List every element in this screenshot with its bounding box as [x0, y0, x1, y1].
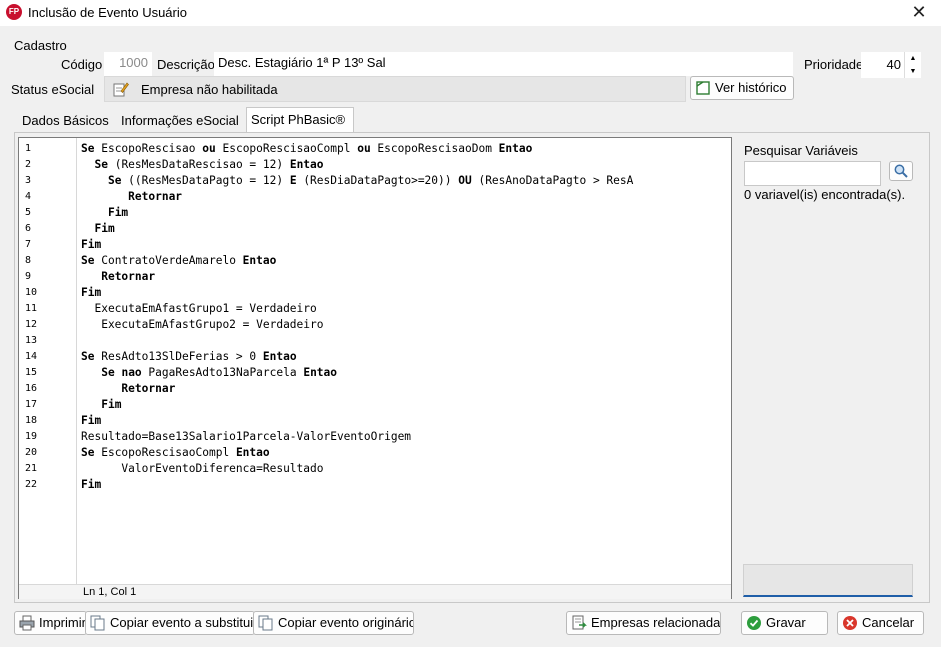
line-number: 17	[25, 399, 38, 410]
code-line: Se ContratoVerdeAmarelo Entao	[81, 254, 277, 267]
line-number: 21	[25, 463, 38, 474]
line-number: 1	[25, 143, 32, 154]
code-line: Se EscopoRescisaoCompl Entao	[81, 446, 270, 459]
codigo-field: 1000	[104, 52, 152, 76]
status-esocial-label: Status eSocial	[11, 82, 95, 97]
code-line: Fim	[94, 222, 115, 235]
gravar-label: Gravar	[766, 615, 806, 630]
cancelar-label: Cancelar	[862, 615, 915, 630]
code-line: Se EscopoRescisao ou EscopoRescisaoCompl…	[81, 142, 533, 155]
empresas-relacionadas-button[interactable]: Empresas relacionadas	[566, 611, 721, 635]
cancel-icon	[843, 616, 857, 630]
line-number: 19	[25, 431, 38, 442]
code-line: Fim	[81, 286, 102, 299]
code-line: Fim	[81, 414, 102, 427]
line-number: 14	[25, 351, 38, 362]
line-number: 13	[25, 335, 38, 346]
prioridade-spinner[interactable]: ▲ ▼	[904, 52, 921, 78]
cancelar-button[interactable]: Cancelar	[837, 611, 924, 635]
search-icon	[894, 164, 908, 178]
script-editor[interactable]: 1 2 3 4 5 6 7 8 9 10 11 12 13 14 15 16 17 18 19 20 21 22 Se E…	[18, 137, 732, 599]
code-line: Fim	[101, 398, 122, 411]
code-line: Se (ResMesDataRescisao = 12) Entao	[94, 158, 324, 171]
code-line: Retornar	[128, 190, 183, 203]
codigo-label: Código	[61, 57, 103, 72]
ver-historico-label: Ver histórico	[715, 80, 787, 95]
code-line: ExecutaEmAfastGrupo1 = Verdadeiro	[81, 302, 317, 315]
ver-historico-button[interactable]: Ver histórico	[690, 76, 794, 100]
prioridade-label: Prioridade	[804, 57, 861, 72]
line-number: 4	[25, 191, 32, 202]
pesquisar-variaveis-label: Pesquisar Variáveis	[744, 143, 858, 158]
line-number-gutter: 1 2 3 4 5 6 7 8 9 10 11 12 13 14 15 16 17 18 19 20 21 22	[19, 138, 77, 584]
copy-document-icon	[258, 615, 273, 631]
status-esocial-value: Empresa não habilitada	[141, 82, 278, 97]
code-line: ValorEventoDiferenca=Resultado	[81, 462, 324, 475]
tab-script-phbasic[interactable]: Script PhBasic®	[246, 107, 354, 133]
line-number: 16	[25, 383, 38, 394]
check-icon	[747, 616, 761, 630]
line-number: 3	[25, 175, 32, 186]
gravar-button[interactable]: Gravar	[741, 611, 828, 635]
line-number: 22	[25, 479, 38, 490]
copiar-evento-substituir-button[interactable]: Copiar evento a substituir	[85, 611, 255, 635]
line-number: 9	[25, 271, 32, 282]
code-line: Se ResAdto13SlDeFerias > 0 Entao	[81, 350, 297, 363]
variable-search-button[interactable]	[889, 161, 913, 181]
related-companies-icon	[572, 615, 587, 630]
line-number: 6	[25, 223, 32, 234]
code-line: Se nao PagaResAdto13NaParcela Entao	[101, 366, 338, 379]
cursor-position: Ln 1, Col 1	[83, 586, 137, 598]
prioridade-field[interactable]: 40	[861, 52, 904, 78]
descricao-field[interactable]: Desc. Estagiário 1ª P 13º Sal	[214, 52, 793, 76]
line-number: 10	[25, 287, 38, 298]
printer-icon	[19, 615, 35, 631]
editor-status-bar: Ln 1, Col 1	[19, 584, 731, 599]
line-number: 5	[25, 207, 32, 218]
code-line: Fim	[81, 238, 102, 251]
tab-informacoes-esocial[interactable]: Informações eSocial	[117, 109, 243, 133]
window-title: Inclusão de Evento Usuário	[28, 5, 187, 20]
code-line: Resultado=Base13Salario1Parcela-ValorEve…	[81, 430, 412, 443]
code-line: Fim	[107, 206, 129, 219]
variables-found-count: 0 variavel(is) encontrada(s).	[744, 187, 906, 202]
variable-search-input[interactable]	[744, 161, 881, 186]
tab-dados-basicos[interactable]: Dados Básicos	[18, 109, 113, 133]
copy-document-icon	[90, 615, 105, 631]
line-number: 11	[25, 303, 38, 314]
close-window-button[interactable]: ✕	[901, 0, 937, 24]
status-esocial-field: Empresa não habilitada	[104, 76, 686, 102]
copiar-evento-originario-label: Copiar evento originário	[278, 615, 414, 630]
title-bar: FP Inclusão de Evento Usuário ✕	[0, 0, 941, 26]
copiar-evento-substituir-label: Copiar evento a substituir	[110, 615, 255, 630]
history-book-icon	[696, 81, 710, 95]
line-number: 18	[25, 415, 38, 426]
line-number: 15	[25, 367, 38, 378]
line-number: 7	[25, 239, 32, 250]
line-number: 12	[25, 319, 38, 330]
cadastro-group-label: Cadastro	[14, 38, 67, 53]
empresas-relacionadas-label: Empresas relacionadas	[591, 615, 721, 630]
line-number: 20	[25, 447, 38, 458]
copiar-evento-originario-button[interactable]: Copiar evento originário	[253, 611, 414, 635]
line-number: 2	[25, 159, 32, 170]
code-line: Fim	[81, 478, 102, 491]
descricao-label: Descrição	[157, 57, 215, 72]
code-line: Retornar	[101, 270, 156, 283]
variable-detail-box	[743, 564, 913, 597]
spin-up-icon[interactable]: ▲	[905, 52, 921, 65]
line-number: 8	[25, 255, 32, 266]
code-line: Se ((ResMesDataPagto = 12) E (ResDiaData…	[107, 174, 634, 187]
code-line: Retornar	[121, 382, 176, 395]
imprimir-label: Imprimir	[39, 615, 86, 630]
app-logo-icon: FP	[6, 4, 22, 20]
edit-document-icon	[113, 82, 129, 97]
code-line: ExecutaEmAfastGrupo2 = Verdadeiro	[81, 318, 324, 331]
imprimir-button[interactable]: Imprimir	[14, 611, 87, 635]
spin-down-icon[interactable]: ▼	[905, 65, 921, 78]
